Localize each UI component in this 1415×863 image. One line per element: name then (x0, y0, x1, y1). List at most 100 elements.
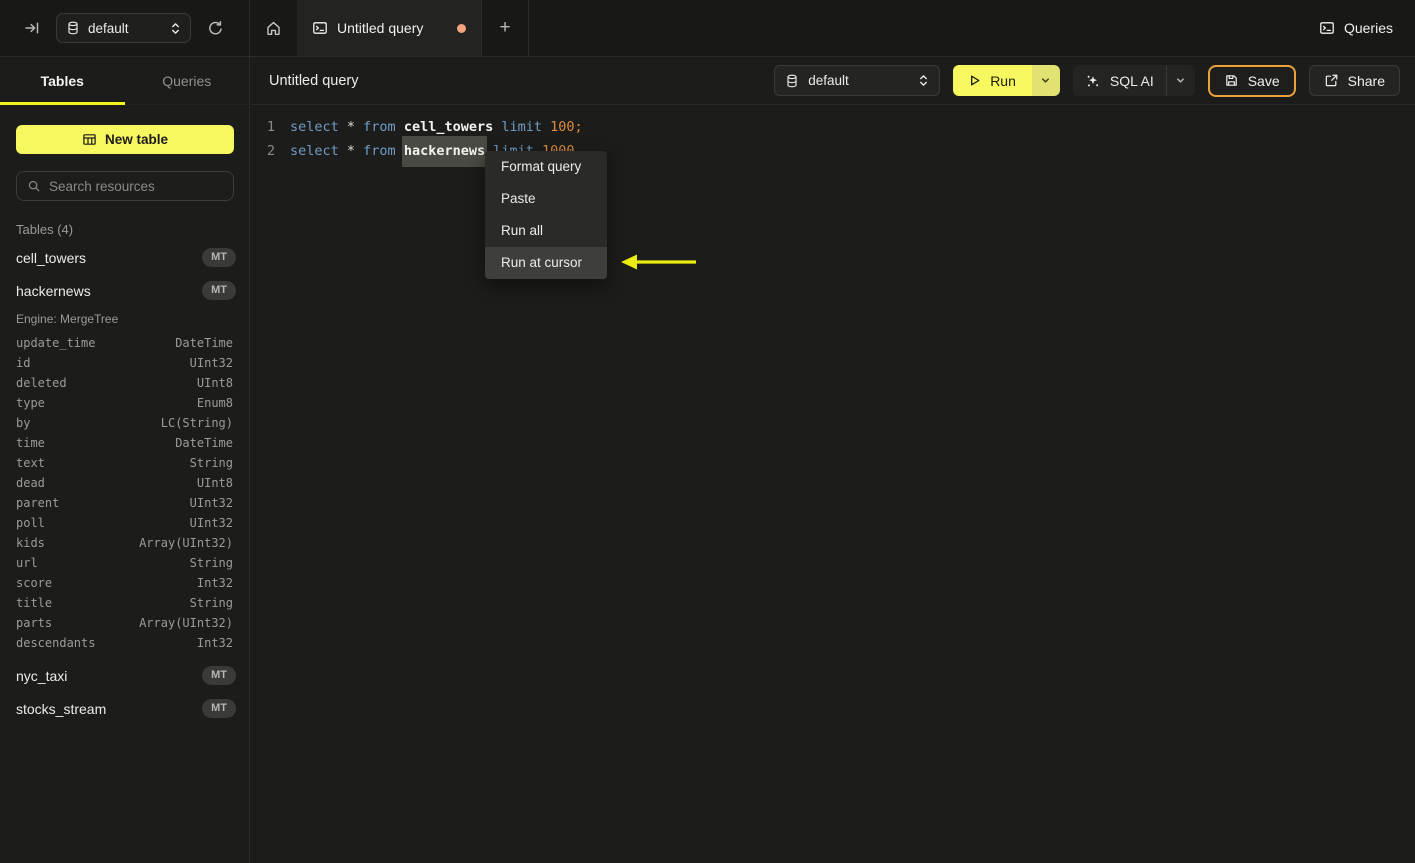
save-button[interactable]: Save (1207, 64, 1296, 97)
sidebar-tab-queries[interactable]: Queries (125, 57, 250, 104)
table-row-cell-towers[interactable]: cell_towers MT (0, 241, 249, 274)
tab-untitled-query[interactable]: Untitled query (297, 0, 481, 56)
query-title: Untitled query (269, 72, 359, 89)
sidebar: Tables Queries New table Tables (4) cell… (0, 57, 250, 863)
column-name: descendants (16, 636, 96, 650)
tables-section-label: Tables (4) (16, 222, 74, 237)
search-input[interactable] (49, 178, 223, 194)
column-type: String (189, 456, 233, 470)
chevron-down-icon (1175, 75, 1186, 86)
column-name: by (16, 416, 31, 430)
home-button[interactable] (250, 0, 297, 56)
run-button[interactable]: Run (953, 65, 1032, 96)
queries-button[interactable]: Queries (1319, 20, 1393, 36)
column-row: url String (0, 553, 249, 573)
column-name: url (16, 556, 38, 570)
toolbar-database-selector[interactable]: default (774, 65, 941, 96)
column-row: text String (0, 453, 249, 473)
sidebar-tab-tables[interactable]: Tables (0, 57, 125, 105)
engine-badge: MT (202, 280, 236, 301)
column-row: kids Array(UInt32) (0, 533, 249, 553)
code-token: * (346, 119, 364, 135)
column-name: score (16, 576, 53, 590)
column-type: UInt32 (189, 356, 233, 370)
column-type: UInt32 (189, 516, 233, 530)
new-table-button[interactable]: New table (16, 125, 234, 154)
new-tab-button[interactable]: + (481, 0, 529, 56)
column-row: poll UInt32 (0, 513, 249, 533)
column-row: id UInt32 (0, 353, 249, 373)
table-grid-icon (82, 132, 97, 147)
column-type: LC(String) (160, 416, 233, 430)
context-menu-item[interactable]: Run at cursor (485, 247, 607, 279)
table-row-stocks-stream[interactable]: stocks_stream MT (0, 692, 249, 725)
engine-badge: MT (202, 247, 236, 268)
sql-ai-options-button[interactable] (1165, 65, 1195, 96)
column-type: DateTime (175, 336, 233, 350)
code-token: 100; (550, 119, 583, 135)
unsaved-changes-dot (457, 23, 466, 33)
code-line[interactable]: 2select * from hackernews limit 1000 (251, 136, 1415, 167)
new-table-label: New table (104, 132, 169, 147)
toolbar-database-value: default (808, 73, 849, 88)
engine-badge: MT (202, 698, 236, 719)
column-type: Array(UInt32) (139, 616, 233, 630)
run-label: Run (990, 72, 1016, 89)
table-name: nyc_taxi (16, 667, 68, 684)
column-type: String (189, 596, 233, 610)
table-name: stocks_stream (16, 700, 107, 717)
column-row: deleted UInt8 (0, 373, 249, 393)
column-type: Int32 (196, 636, 233, 650)
column-name: kids (16, 536, 45, 550)
sql-ai-button[interactable]: SQL AI (1072, 65, 1166, 96)
column-row: dead UInt8 (0, 473, 249, 493)
context-menu-item[interactable]: Paste (485, 183, 607, 215)
database-selector[interactable]: default (56, 13, 191, 43)
column-name: poll (16, 516, 45, 530)
context-menu-item[interactable]: Run all (485, 215, 607, 247)
column-row: descendants Int32 (0, 633, 249, 653)
share-label: Share (1347, 72, 1385, 89)
refresh-button[interactable] (207, 20, 224, 37)
table-row-hackernews[interactable]: hackernews MT (0, 274, 249, 307)
terminal-icon (312, 20, 328, 36)
column-name: id (16, 356, 31, 370)
database-icon (66, 21, 80, 35)
tab-title: Untitled query (337, 20, 424, 36)
table-row-nyc-taxi[interactable]: nyc_taxi MT (0, 659, 249, 692)
code-token: select (290, 119, 347, 135)
line-number: 1 (266, 119, 275, 135)
code-lines: 1 select * from cell_towers limit 100; 2 se… (251, 115, 1415, 167)
code-token: from (363, 143, 404, 159)
external-link-icon (1324, 73, 1339, 88)
line-number: 2 (266, 143, 275, 159)
engine-label: Engine: MergeTree (16, 312, 119, 326)
column-row: parts Array(UInt32) (0, 613, 249, 633)
column-type: Array(UInt32) (139, 536, 233, 550)
column-type: String (189, 556, 233, 570)
tab-bar: Untitled query + Queries (250, 0, 1415, 57)
column-name: type (16, 396, 45, 410)
share-button[interactable]: Share (1308, 65, 1400, 96)
sql-editor[interactable]: 1 select * from cell_towers limit 100; 2 se… (251, 105, 1415, 279)
refresh-icon (207, 20, 224, 37)
queries-button-label: Queries (1343, 20, 1393, 36)
column-type: UInt32 (189, 496, 233, 510)
column-name: dead (16, 476, 45, 490)
run-options-button[interactable] (1031, 65, 1060, 96)
sidebar-tabs: Tables Queries (0, 57, 249, 105)
hackernews-columns: update_time DateTime id UInt32 deleted UInt8 t… (0, 331, 249, 659)
code-token: * (346, 143, 364, 159)
column-row: time DateTime (0, 433, 249, 453)
context-menu-item[interactable]: Format query (485, 151, 607, 183)
collapse-sidebar-button[interactable] (24, 20, 40, 36)
code-token: select (290, 143, 347, 159)
database-selector-value: default (88, 20, 129, 36)
table-name: hackernews (16, 282, 91, 299)
sql-ai-split-button: SQL AI (1072, 65, 1195, 96)
chevron-down-icon (1040, 75, 1051, 86)
run-split-button: Run (953, 65, 1060, 96)
column-row: title String (0, 593, 249, 613)
query-header: Untitled query default Run SQL AI Save S… (251, 57, 1415, 105)
table-name: cell_towers (16, 249, 87, 266)
